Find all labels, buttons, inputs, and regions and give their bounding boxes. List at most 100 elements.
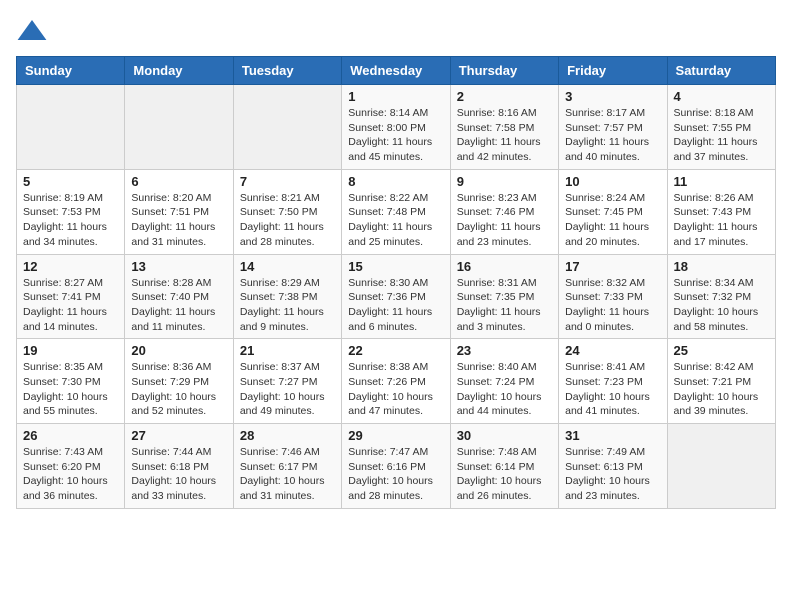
calendar-cell: 13 Sunrise: 8:28 AM Sunset: 7:40 PM Dayli…	[125, 254, 233, 339]
day-number: 4	[674, 89, 769, 104]
calendar-cell: 28 Sunrise: 7:46 AM Sunset: 6:17 PM Dayli…	[233, 424, 341, 509]
calendar-week-row: 19 Sunrise: 8:35 AM Sunset: 7:30 PM Dayli…	[17, 339, 776, 424]
day-number: 27	[131, 428, 226, 443]
day-info: Sunrise: 8:14 AM Sunset: 8:00 PM Dayligh…	[348, 106, 443, 165]
calendar-cell: 24 Sunrise: 8:41 AM Sunset: 7:23 PM Dayli…	[559, 339, 667, 424]
calendar-cell: 22 Sunrise: 8:38 AM Sunset: 7:26 PM Dayli…	[342, 339, 450, 424]
day-info: Sunrise: 8:41 AM Sunset: 7:23 PM Dayligh…	[565, 360, 660, 419]
day-number: 14	[240, 259, 335, 274]
page-header	[16, 16, 776, 48]
day-info: Sunrise: 7:46 AM Sunset: 6:17 PM Dayligh…	[240, 445, 335, 504]
calendar-week-row: 26 Sunrise: 7:43 AM Sunset: 6:20 PM Dayli…	[17, 424, 776, 509]
day-number: 9	[457, 174, 552, 189]
calendar-cell: 12 Sunrise: 8:27 AM Sunset: 7:41 PM Dayli…	[17, 254, 125, 339]
day-number: 22	[348, 343, 443, 358]
day-info: Sunrise: 8:17 AM Sunset: 7:57 PM Dayligh…	[565, 106, 660, 165]
day-info: Sunrise: 7:48 AM Sunset: 6:14 PM Dayligh…	[457, 445, 552, 504]
calendar-cell: 25Sunrise: 8:42 AM Sunset: 7:21 PM Dayli…	[667, 339, 775, 424]
calendar-cell: 20 Sunrise: 8:36 AM Sunset: 7:29 PM Dayli…	[125, 339, 233, 424]
day-number: 12	[23, 259, 118, 274]
calendar-cell: 3Sunrise: 8:17 AM Sunset: 7:57 PM Daylig…	[559, 85, 667, 170]
day-number: 13	[131, 259, 226, 274]
day-info: Sunrise: 8:32 AM Sunset: 7:33 PM Dayligh…	[565, 276, 660, 335]
day-number: 8	[348, 174, 443, 189]
day-number: 26	[23, 428, 118, 443]
logo	[16, 16, 52, 48]
calendar-cell: 31 Sunrise: 7:49 AM Sunset: 6:13 PM Dayli…	[559, 424, 667, 509]
day-info: Sunrise: 8:38 AM Sunset: 7:26 PM Dayligh…	[348, 360, 443, 419]
day-number: 10	[565, 174, 660, 189]
day-number: 15	[348, 259, 443, 274]
day-number: 21	[240, 343, 335, 358]
calendar-table: SundayMondayTuesdayWednesdayThursdayFrid…	[16, 56, 776, 509]
day-number: 25	[674, 343, 769, 358]
day-number: 7	[240, 174, 335, 189]
calendar-cell: 4Sunrise: 8:18 AM Sunset: 7:55 PM Daylig…	[667, 85, 775, 170]
day-info: Sunrise: 8:20 AM Sunset: 7:51 PM Dayligh…	[131, 191, 226, 250]
day-info: Sunrise: 8:29 AM Sunset: 7:38 PM Dayligh…	[240, 276, 335, 335]
weekday-header-friday: Friday	[559, 57, 667, 85]
day-info: Sunrise: 8:28 AM Sunset: 7:40 PM Dayligh…	[131, 276, 226, 335]
calendar-cell: 30Sunrise: 7:48 AM Sunset: 6:14 PM Dayli…	[450, 424, 558, 509]
day-info: Sunrise: 8:30 AM Sunset: 7:36 PM Dayligh…	[348, 276, 443, 335]
day-info: Sunrise: 7:47 AM Sunset: 6:16 PM Dayligh…	[348, 445, 443, 504]
day-number: 5	[23, 174, 118, 189]
calendar-week-row: 12 Sunrise: 8:27 AM Sunset: 7:41 PM Dayli…	[17, 254, 776, 339]
day-info: Sunrise: 8:31 AM Sunset: 7:35 PM Dayligh…	[457, 276, 552, 335]
calendar-cell: 2 Sunrise: 8:16 AM Sunset: 7:58 PM Daylig…	[450, 85, 558, 170]
calendar-cell: 8 Sunrise: 8:22 AM Sunset: 7:48 PM Daylig…	[342, 169, 450, 254]
day-info: Sunrise: 8:24 AM Sunset: 7:45 PM Dayligh…	[565, 191, 660, 250]
day-number: 29	[348, 428, 443, 443]
day-info: Sunrise: 8:36 AM Sunset: 7:29 PM Dayligh…	[131, 360, 226, 419]
weekday-header-sunday: Sunday	[17, 57, 125, 85]
day-number: 18	[674, 259, 769, 274]
weekday-header-thursday: Thursday	[450, 57, 558, 85]
calendar-week-row: 5 Sunrise: 8:19 AM Sunset: 7:53 PM Daylig…	[17, 169, 776, 254]
weekday-header-wednesday: Wednesday	[342, 57, 450, 85]
day-number: 28	[240, 428, 335, 443]
weekday-header-tuesday: Tuesday	[233, 57, 341, 85]
day-number: 16	[457, 259, 552, 274]
day-number: 11	[674, 174, 769, 189]
day-info: Sunrise: 8:16 AM Sunset: 7:58 PM Dayligh…	[457, 106, 552, 165]
calendar-cell: 14 Sunrise: 8:29 AM Sunset: 7:38 PM Dayli…	[233, 254, 341, 339]
day-info: Sunrise: 8:34 AM Sunset: 7:32 PM Dayligh…	[674, 276, 769, 335]
calendar-cell	[667, 424, 775, 509]
day-info: Sunrise: 8:26 AM Sunset: 7:43 PM Dayligh…	[674, 191, 769, 250]
day-number: 24	[565, 343, 660, 358]
calendar-cell: 21Sunrise: 8:37 AM Sunset: 7:27 PM Dayli…	[233, 339, 341, 424]
calendar-cell: 5 Sunrise: 8:19 AM Sunset: 7:53 PM Daylig…	[17, 169, 125, 254]
day-number: 19	[23, 343, 118, 358]
calendar-cell: 29 Sunrise: 7:47 AM Sunset: 6:16 PM Dayli…	[342, 424, 450, 509]
day-info: Sunrise: 8:40 AM Sunset: 7:24 PM Dayligh…	[457, 360, 552, 419]
day-info: Sunrise: 7:44 AM Sunset: 6:18 PM Dayligh…	[131, 445, 226, 504]
calendar-cell: 1 Sunrise: 8:14 AM Sunset: 8:00 PM Daylig…	[342, 85, 450, 170]
day-info: Sunrise: 8:19 AM Sunset: 7:53 PM Dayligh…	[23, 191, 118, 250]
calendar-cell: 17 Sunrise: 8:32 AM Sunset: 7:33 PM Dayli…	[559, 254, 667, 339]
calendar-cell: 19 Sunrise: 8:35 AM Sunset: 7:30 PM Dayli…	[17, 339, 125, 424]
weekday-header-saturday: Saturday	[667, 57, 775, 85]
day-number: 20	[131, 343, 226, 358]
day-number: 6	[131, 174, 226, 189]
weekday-header-monday: Monday	[125, 57, 233, 85]
day-info: Sunrise: 7:49 AM Sunset: 6:13 PM Dayligh…	[565, 445, 660, 504]
day-number: 1	[348, 89, 443, 104]
calendar-cell	[233, 85, 341, 170]
calendar-cell: 23Sunrise: 8:40 AM Sunset: 7:24 PM Dayli…	[450, 339, 558, 424]
logo-icon	[16, 16, 48, 48]
day-info: Sunrise: 7:43 AM Sunset: 6:20 PM Dayligh…	[23, 445, 118, 504]
calendar-cell: 18 Sunrise: 8:34 AM Sunset: 7:32 PM Dayli…	[667, 254, 775, 339]
day-number: 31	[565, 428, 660, 443]
calendar-cell: 16 Sunrise: 8:31 AM Sunset: 7:35 PM Dayli…	[450, 254, 558, 339]
day-info: Sunrise: 8:27 AM Sunset: 7:41 PM Dayligh…	[23, 276, 118, 335]
day-number: 17	[565, 259, 660, 274]
day-info: Sunrise: 8:22 AM Sunset: 7:48 PM Dayligh…	[348, 191, 443, 250]
day-info: Sunrise: 8:35 AM Sunset: 7:30 PM Dayligh…	[23, 360, 118, 419]
day-number: 2	[457, 89, 552, 104]
calendar-cell: 9Sunrise: 8:23 AM Sunset: 7:46 PM Daylig…	[450, 169, 558, 254]
calendar-cell: 26 Sunrise: 7:43 AM Sunset: 6:20 PM Dayli…	[17, 424, 125, 509]
calendar-cell: 11 Sunrise: 8:26 AM Sunset: 7:43 PM Dayli…	[667, 169, 775, 254]
calendar-cell: 7 Sunrise: 8:21 AM Sunset: 7:50 PM Daylig…	[233, 169, 341, 254]
day-info: Sunrise: 8:21 AM Sunset: 7:50 PM Dayligh…	[240, 191, 335, 250]
weekday-header-row: SundayMondayTuesdayWednesdayThursdayFrid…	[17, 57, 776, 85]
